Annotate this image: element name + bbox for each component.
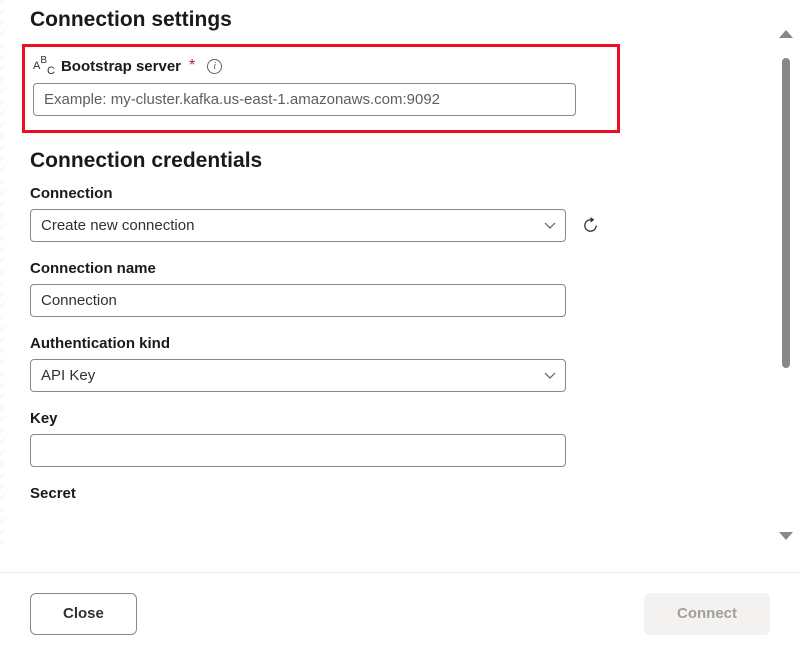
bootstrap-header: ABC Bootstrap server * i <box>33 57 609 75</box>
auth-kind-select[interactable]: API Key <box>30 359 566 392</box>
key-field: Key <box>30 410 770 467</box>
close-button[interactable]: Close <box>30 593 137 635</box>
connection-label: Connection <box>30 185 770 202</box>
key-label: Key <box>30 410 770 427</box>
auth-kind-field: Authentication kind API Key <box>30 335 770 392</box>
scroll-thumb[interactable] <box>782 58 790 368</box>
connection-select-value: Create new connection <box>41 217 194 234</box>
required-asterisk: * <box>189 57 195 75</box>
bootstrap-highlight-box: ABC Bootstrap server * i <box>22 44 620 133</box>
bootstrap-label: Bootstrap server <box>61 58 181 75</box>
scroll-down-icon[interactable] <box>779 532 793 540</box>
text-type-icon: ABC <box>33 57 55 75</box>
scroll-up-icon[interactable] <box>779 30 793 38</box>
content-area: Connection settings ABC Bootstrap server… <box>0 0 800 545</box>
connection-select[interactable]: Create new connection <box>30 209 566 242</box>
secret-field: Secret <box>30 485 770 502</box>
connection-credentials-title: Connection credentials <box>30 149 770 173</box>
bootstrap-server-input[interactable] <box>33 83 576 116</box>
footer-bar: Close Connect <box>0 572 800 654</box>
connection-settings-title: Connection settings <box>30 8 770 32</box>
refresh-icon[interactable] <box>580 216 600 236</box>
info-icon[interactable]: i <box>207 59 222 74</box>
connection-name-label: Connection name <box>30 260 770 277</box>
connection-name-field: Connection name <box>30 260 770 317</box>
connect-button: Connect <box>644 593 770 635</box>
auth-kind-label: Authentication kind <box>30 335 770 352</box>
connection-field: Connection Create new connection <box>30 185 770 242</box>
connection-name-input[interactable] <box>30 284 566 317</box>
auth-kind-select-value: API Key <box>41 367 95 384</box>
credentials-section: Connection credentials Connection Create… <box>30 149 770 502</box>
key-input[interactable] <box>30 434 566 467</box>
secret-label: Secret <box>30 485 770 502</box>
scrollbar[interactable] <box>775 30 797 540</box>
